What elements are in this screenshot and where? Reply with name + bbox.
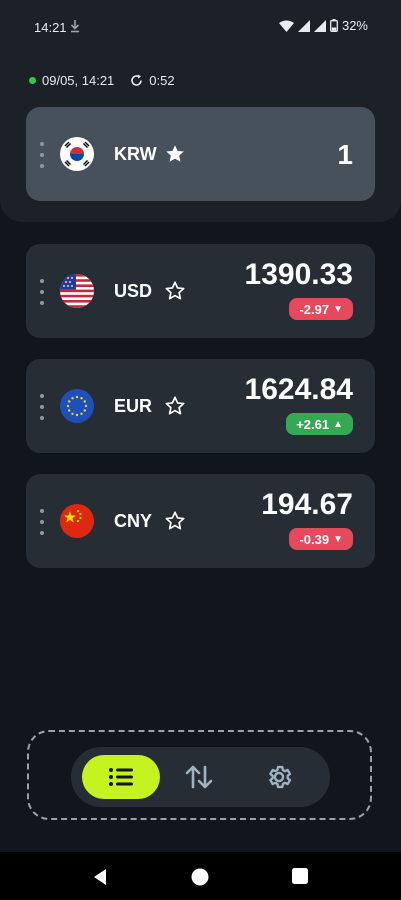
currency-code: CNY: [114, 511, 153, 531]
battery-icon: [330, 19, 338, 32]
status-bar: 14:21 32%: [0, 0, 401, 56]
nav-list-button[interactable]: [82, 755, 160, 799]
currency-value: 1390.33: [244, 258, 353, 291]
base-currency-card[interactable]: KRW 1: [26, 107, 375, 201]
currency-code: EUR: [114, 396, 153, 416]
star-outline-icon[interactable]: [164, 395, 186, 417]
home-icon[interactable]: [191, 868, 209, 886]
swap-icon: [185, 765, 213, 789]
change-value: +2.61: [296, 416, 330, 432]
wifi-icon: [278, 20, 294, 32]
currency-code: KRW: [114, 144, 157, 164]
south-korea-flag-icon: [60, 137, 94, 171]
rate-card-usd[interactable]: USD 1390.33 -2.97 ▼: [26, 244, 375, 338]
star-outline-icon[interactable]: [164, 280, 186, 302]
triangle-up-icon: ▲: [333, 418, 343, 430]
nav-settings-button[interactable]: [255, 755, 303, 799]
gear-icon: [269, 765, 292, 789]
eu-flag-icon: [60, 389, 94, 423]
drag-handle-icon[interactable]: [40, 509, 44, 535]
change-value: -2.97: [299, 301, 330, 317]
currency-value: 194.67: [261, 488, 353, 521]
drag-handle-icon[interactable]: [40, 394, 44, 420]
star-filled-icon[interactable]: [164, 143, 186, 165]
change-badge: -0.39 ▼: [289, 528, 353, 550]
live-status-dot: [29, 77, 36, 84]
battery-level: 32%: [341, 18, 368, 33]
change-badge: -2.97 ▼: [289, 298, 353, 320]
signal-icon-2: [313, 19, 326, 32]
refresh-countdown: 0:52: [149, 73, 175, 88]
last-update-time: 09/05, 14:21: [42, 73, 115, 88]
last-update-row: 09/05, 14:21 0:52: [29, 73, 175, 88]
triangle-down-icon: ▼: [333, 533, 343, 545]
recents-icon[interactable]: [292, 868, 308, 884]
status-time: 14:21: [34, 20, 67, 35]
usa-flag-icon: [60, 274, 94, 308]
star-outline-icon[interactable]: [164, 510, 186, 532]
list-icon: [109, 768, 133, 786]
triangle-down-icon: ▼: [333, 303, 343, 315]
rate-card-eur[interactable]: EUR 1624.84 +2.61 ▲: [26, 359, 375, 453]
back-icon[interactable]: [92, 868, 108, 886]
rate-card-cny[interactable]: CNY 194.67 -0.39 ▼: [26, 474, 375, 568]
change-value: -0.39: [299, 531, 330, 547]
currency-code: USD: [114, 281, 153, 301]
download-icon: [70, 20, 80, 33]
bottom-nav: [71, 747, 330, 807]
currency-value: 1624.84: [244, 373, 353, 406]
currency-value[interactable]: 1: [337, 139, 353, 171]
change-badge: +2.61 ▲: [286, 413, 353, 435]
refresh-icon[interactable]: [130, 74, 143, 87]
system-navigation-bar: [0, 852, 401, 900]
nav-swap-button[interactable]: [175, 755, 223, 799]
drag-handle-icon[interactable]: [40, 279, 44, 305]
china-flag-icon: [60, 504, 94, 538]
signal-icon: [297, 19, 310, 32]
drag-handle-icon[interactable]: [40, 142, 44, 168]
